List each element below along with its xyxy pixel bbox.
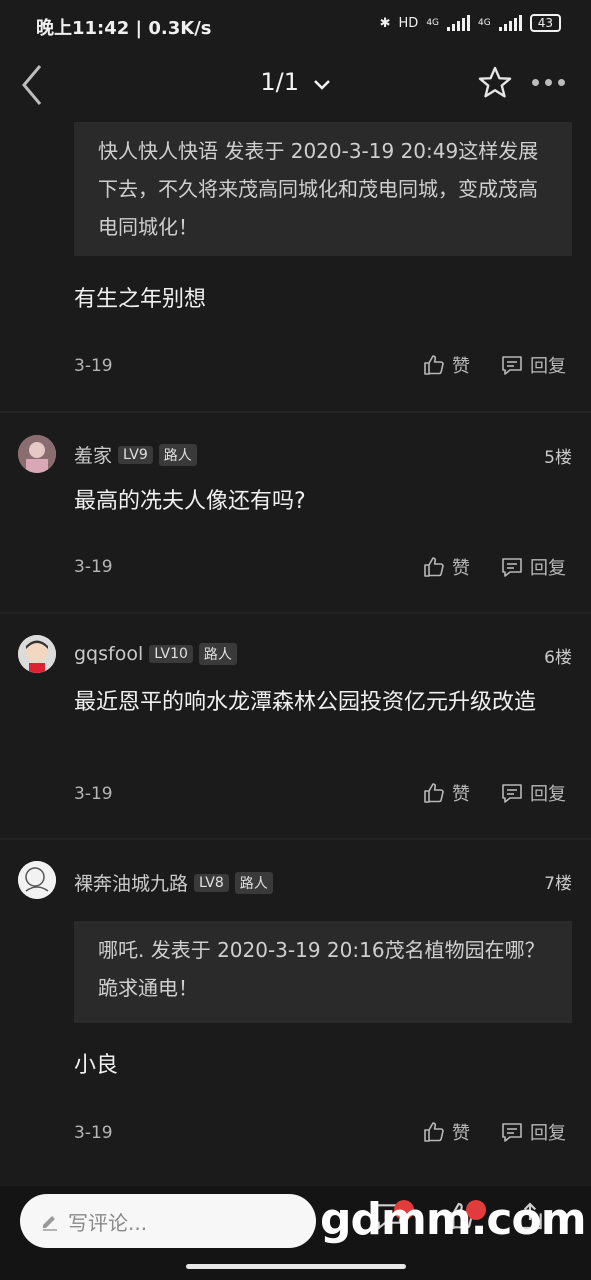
username[interactable]: 裸奔油城九路: [74, 869, 188, 896]
comment-icon: [502, 558, 522, 577]
post-content: 最高的冼夫人像还有吗?: [74, 489, 306, 514]
thumbs-up-icon: [424, 355, 444, 375]
network-type-1: 4G: [426, 17, 440, 28]
nav-bar: 1/1: [0, 54, 591, 122]
reply-button[interactable]: 回复: [500, 352, 566, 378]
comment-input[interactable]: 写评论...: [20, 1194, 316, 1248]
bluetooth-icon: ✱: [379, 15, 391, 31]
post-date: 3-19: [74, 1123, 113, 1143]
post-date: 3-19: [74, 557, 113, 577]
reply-button[interactable]: 回复: [500, 1119, 566, 1145]
level-badge: LV9: [118, 445, 153, 464]
star-icon: [478, 66, 512, 98]
like-label: 赞: [452, 784, 470, 805]
battery-icon: 43: [529, 14, 561, 32]
comment-icon: [502, 1123, 522, 1142]
role-badge: 路人: [158, 443, 197, 466]
avatar-image: [18, 861, 56, 899]
status-icons: ✱ HD 4G 4G 43: [380, 14, 561, 32]
favorite-button[interactable]: [476, 64, 514, 106]
thumbs-up-icon: [424, 557, 444, 577]
avatar-image: [18, 435, 56, 473]
divider: [0, 838, 591, 840]
divider: [0, 411, 591, 413]
reply-label: 回复: [530, 558, 566, 579]
more-dot-icon: [532, 79, 539, 86]
reply-label: 回复: [530, 356, 566, 377]
page-indicator: 1/1: [260, 68, 299, 96]
more-dot-icon: [558, 79, 565, 86]
quoted-reply: 哪吒. 发表于 2020-3-19 20:16茂名植物园在哪？跪求通电！: [74, 921, 572, 1023]
bottom-bar: 写评论... gdmm.com: [0, 1186, 591, 1280]
post-date: 3-19: [74, 784, 113, 804]
thumbs-up-icon: [424, 783, 444, 803]
comment-icon: [502, 356, 522, 375]
level-badge: LV10: [149, 645, 193, 663]
pencil-icon: [43, 1216, 57, 1231]
reply-label: 回复: [530, 1123, 566, 1144]
hd-icon: HD: [398, 15, 419, 31]
like-label: 赞: [452, 356, 470, 377]
quoted-reply: 快人快人快语 发表于 2020-3-19 20:49这样发展下去，不久将来茂高同…: [74, 122, 572, 256]
post-content: 有生之年别想: [74, 287, 207, 312]
level-badge: LV8: [194, 873, 229, 892]
status-time: 晚上11:42 | 0.3K/s: [36, 18, 212, 39]
network-type-2: 4G: [478, 17, 491, 28]
user-info: 羞家 LV9 路人: [74, 441, 197, 468]
floor-number: 5楼: [544, 448, 572, 468]
avatar[interactable]: [18, 435, 56, 473]
avatar-image: [18, 635, 56, 673]
more-dot-icon: [545, 79, 552, 86]
like-button[interactable]: 赞: [422, 780, 470, 806]
home-indicator[interactable]: [186, 1264, 406, 1269]
like-button[interactable]: 赞: [422, 554, 470, 580]
chevron-down-icon: [313, 69, 331, 97]
reply-button[interactable]: 回复: [500, 554, 566, 580]
post-content: 小良: [74, 1053, 119, 1078]
comment-placeholder: 写评论...: [68, 1210, 148, 1235]
like-label: 赞: [452, 1123, 470, 1144]
floor-number: 7楼: [544, 874, 572, 894]
reply-button[interactable]: 回复: [500, 780, 566, 806]
thumbs-up-icon: [424, 1122, 444, 1142]
role-badge: 路人: [198, 643, 237, 665]
comment-icon: [502, 784, 522, 803]
signal-icon: [447, 15, 471, 31]
status-bar: 晚上11:42 | 0.3K/s ✱ HD 4G 4G 43: [0, 0, 591, 54]
user-info: 裸奔油城九路 LV8 路人: [74, 869, 273, 896]
more-menu-button[interactable]: [532, 79, 565, 86]
user-info: gqsfool LV10 路人: [74, 643, 237, 665]
signal-icon-2: [498, 15, 522, 31]
post-content: 最近恩平的响水龙潭森林公园投资亿元升级改造: [74, 690, 537, 715]
like-button[interactable]: 赞: [422, 1119, 470, 1145]
reply-label: 回复: [530, 784, 566, 805]
role-badge: 路人: [234, 871, 273, 894]
floor-number: 6楼: [544, 648, 572, 668]
like-button[interactable]: 赞: [422, 352, 470, 378]
post-date: 3-19: [74, 356, 113, 376]
username[interactable]: 羞家: [74, 441, 112, 468]
divider: [0, 612, 591, 614]
avatar[interactable]: [18, 635, 56, 673]
avatar[interactable]: [18, 861, 56, 899]
watermark: gdmm.com: [320, 1194, 587, 1245]
username[interactable]: gqsfool: [74, 643, 143, 665]
like-label: 赞: [452, 558, 470, 579]
